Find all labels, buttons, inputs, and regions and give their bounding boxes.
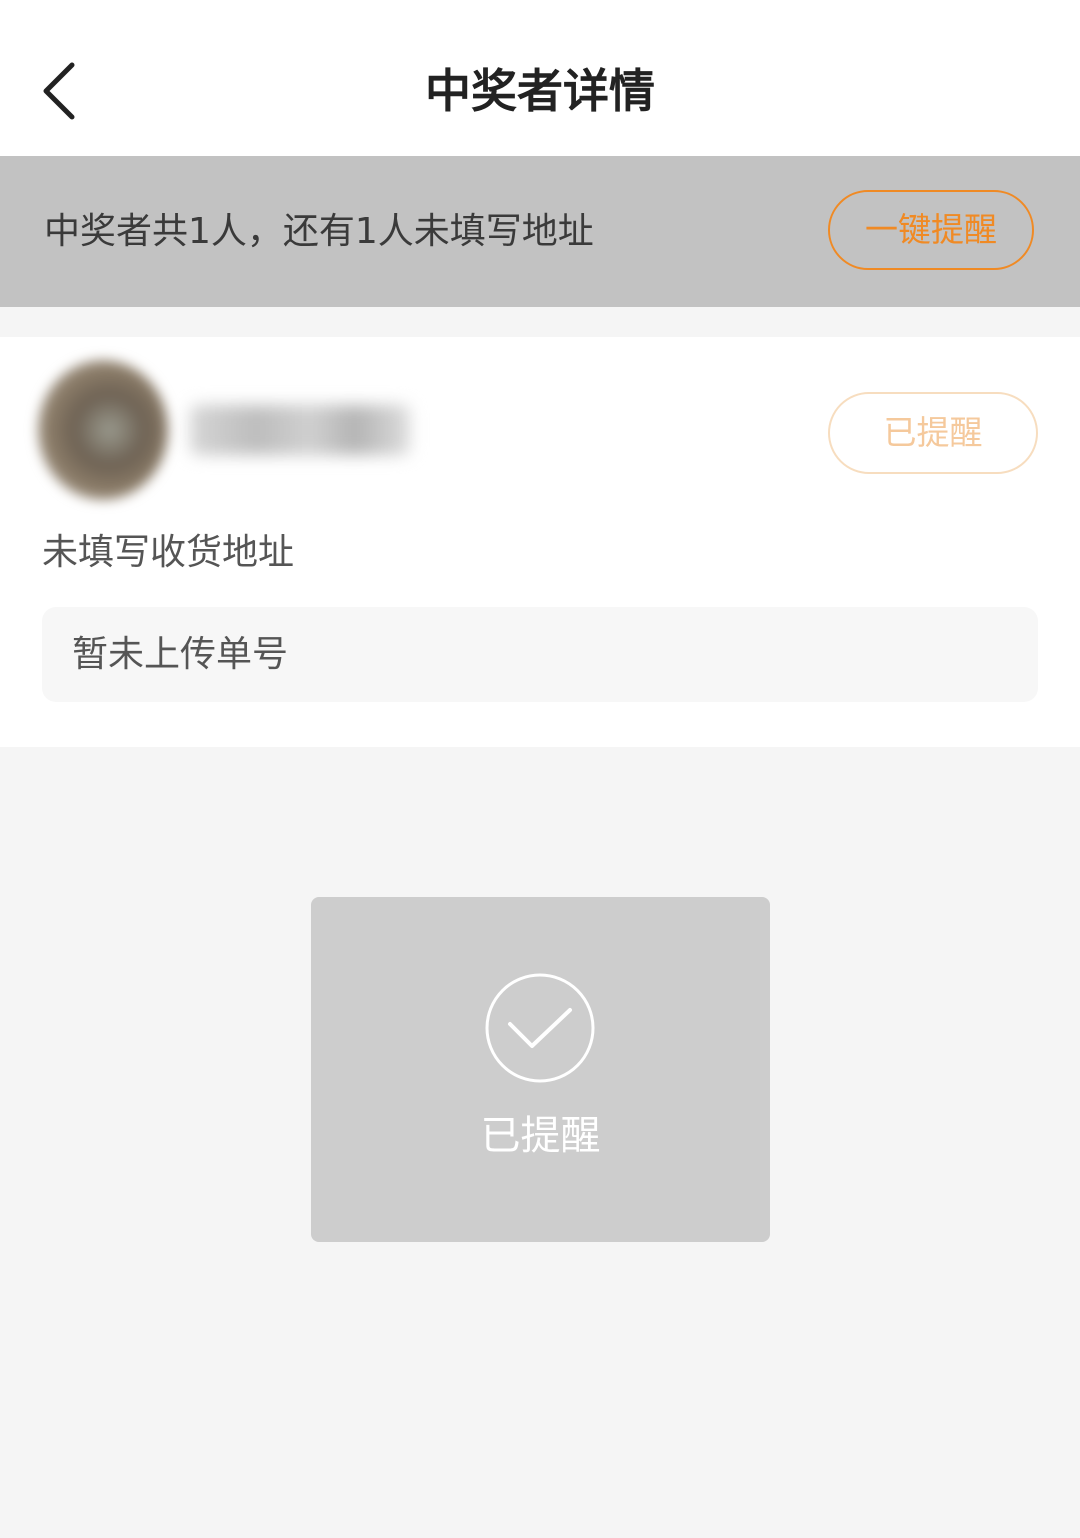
winner-name-blurred: [190, 405, 410, 455]
toast-message: 已提醒: [480, 1113, 601, 1159]
tracking-status-text: 暂未上传单号: [72, 634, 289, 675]
reminded-button: 已提醒: [828, 392, 1038, 474]
summary-text: 中奖者共1人，还有1人未填写地址: [44, 211, 594, 252]
remind-all-button[interactable]: 一键提醒: [828, 190, 1034, 270]
avatar: [38, 360, 168, 500]
check-circle-icon: [484, 972, 596, 1084]
page-title: 中奖者详情: [425, 64, 655, 118]
address-status-text: 未填写收货地址: [42, 532, 295, 573]
